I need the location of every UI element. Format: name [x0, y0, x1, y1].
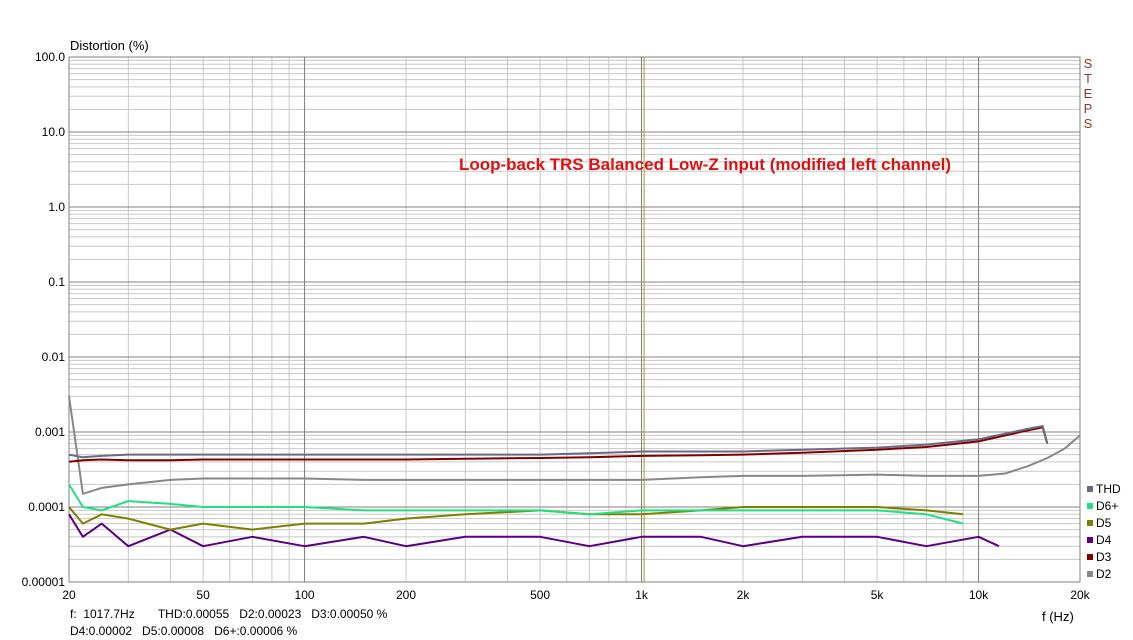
legend-item-d3[interactable]: D3: [1087, 550, 1111, 564]
y-axis-label: Distortion (%): [70, 38, 149, 53]
steps-label-letter: S: [1084, 56, 1093, 71]
legend-label: D5: [1096, 516, 1112, 530]
y-tick-label: 0.001: [35, 425, 65, 439]
x-tick-label: 50: [196, 588, 210, 602]
y-tick-label: 0.01: [42, 350, 66, 364]
chart-title: Loop-back TRS Balanced Low-Z input (modi…: [459, 155, 951, 174]
y-tick-label: 1.0: [48, 200, 65, 214]
x-tick-label: 500: [530, 588, 550, 602]
steps-label-letter: E: [1084, 86, 1093, 101]
x-tick-label: 100: [295, 588, 315, 602]
steps-label: STEPS: [1084, 56, 1093, 131]
legend-item-d2[interactable]: D2: [1087, 567, 1111, 581]
legend-swatch: [1087, 520, 1093, 526]
y-tick-label: 100.0: [35, 50, 65, 64]
x-tick-label: 20k: [1070, 588, 1090, 602]
y-tick-label: 0.1: [48, 275, 65, 289]
x-tick-label: 5k: [871, 588, 885, 602]
legend-label: D2: [1096, 567, 1112, 581]
legend-swatch: [1087, 554, 1093, 560]
x-tick-label: 1k: [635, 588, 649, 602]
y-tick-label: 0.00001: [22, 575, 66, 589]
y-tick-label: 0.0001: [28, 500, 65, 514]
y-tick-label: 10.0: [42, 125, 66, 139]
legend-label: D3: [1096, 550, 1112, 564]
legend-item-d4[interactable]: D4: [1087, 533, 1111, 547]
status-readout-line1: f: 1017.7Hz THD:0.00055 D2:0.00023 D3:0.…: [70, 607, 388, 621]
distortion-chart: 100.0 10.0 1.0 0.1 0.01 0.001 0.0001 0.00001 20…: [0, 0, 1133, 640]
legend-swatch: [1087, 537, 1093, 543]
legend-swatch: [1087, 486, 1093, 492]
steps-label-letter: S: [1084, 116, 1093, 131]
x-tick-label: 200: [396, 588, 416, 602]
legend-item-d5[interactable]: D5: [1087, 516, 1111, 530]
legend-item-thd[interactable]: THD: [1087, 482, 1121, 496]
x-tick-label: 10k: [969, 588, 989, 602]
legend-swatch: [1087, 571, 1093, 577]
legend-swatch: [1087, 503, 1093, 509]
status-readout-line2: D4:0.00002 D5:0.00008 D6+:0.00006 %: [70, 624, 298, 638]
legend-label: D6+: [1096, 499, 1119, 513]
steps-label-letter: T: [1084, 71, 1092, 86]
x-axis-label: f (Hz): [1042, 609, 1074, 624]
steps-label-letter: P: [1084, 101, 1093, 116]
legend-label: THD: [1096, 482, 1121, 496]
x-tick-label: 20: [62, 588, 76, 602]
legend-item-d6-plus[interactable]: D6+: [1087, 499, 1118, 513]
legend-label: D4: [1096, 533, 1112, 547]
x-tick-label: 2k: [737, 588, 751, 602]
